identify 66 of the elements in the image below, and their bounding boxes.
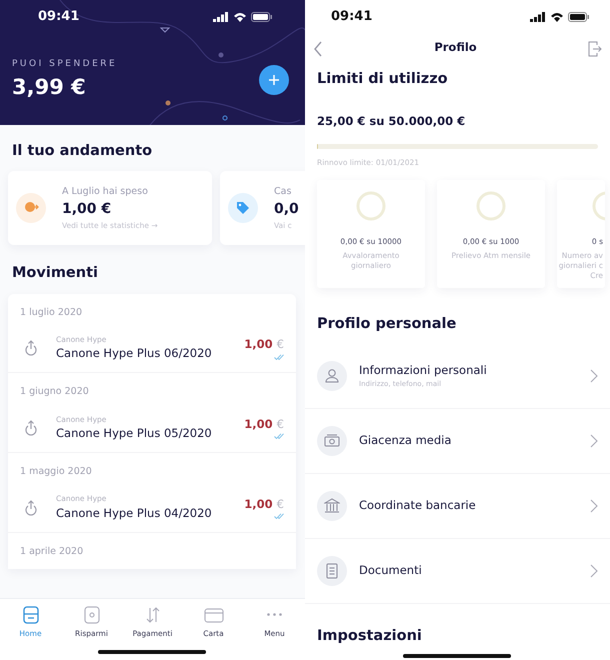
movement-amount: 1,00 <box>244 336 273 354</box>
ring-icon <box>591 190 605 222</box>
upload-icon <box>24 420 38 436</box>
date-header: 1 aprile 2020 <box>19 544 84 559</box>
movement-title: Canone Hype Plus 05/2020 <box>56 424 213 442</box>
profile-row[interactable]: Documenti <box>305 539 610 604</box>
wifi-icon <box>550 12 564 22</box>
movement-amount: 1,00 <box>244 416 273 434</box>
ring-icon <box>475 190 507 222</box>
home-icon <box>20 605 40 625</box>
more-icon <box>267 613 282 616</box>
section-title: Impostazioni <box>317 627 422 646</box>
row-title: Coordinate bancarie <box>359 497 477 514</box>
limit-amount: 25,00 € su 50.000,00 € <box>317 112 466 130</box>
balance-amount: 3,99 € <box>12 74 87 100</box>
currency-symbol: € <box>276 496 284 513</box>
movement-amount: 1,00 <box>244 496 273 513</box>
upload-icon <box>24 500 38 516</box>
person-icon <box>324 368 340 384</box>
upload-icon <box>24 340 38 356</box>
profile-row[interactable]: Coordinate bancarie <box>305 474 610 539</box>
bank-icon <box>324 498 340 514</box>
safe-icon <box>82 605 102 625</box>
status-time: 09:41 <box>331 8 372 26</box>
currency-symbol: € <box>276 416 284 434</box>
row-title: Giacenza media <box>359 432 452 450</box>
card-amount: 1,00 € <box>62 200 112 219</box>
chevron-right-icon <box>590 499 598 513</box>
add-button[interactable] <box>259 65 289 95</box>
movement-title: Canone Hype Plus 06/2020 <box>56 345 213 362</box>
battery-icon <box>251 12 273 22</box>
battery-icon <box>568 12 590 22</box>
section-title: Movimenti <box>11 264 99 283</box>
section-title: Il tuo andamento <box>11 142 154 161</box>
double-check-icon <box>274 433 284 440</box>
row-title: Documenti <box>359 562 423 580</box>
date-header: 1 maggio 2020 <box>19 465 93 479</box>
document-icon <box>324 563 340 579</box>
chevron-right-icon <box>590 369 598 383</box>
date-header: 1 luglio 2020 <box>19 306 84 320</box>
status-time: 09:41 <box>38 8 80 26</box>
screen-title: Profilo <box>434 39 477 56</box>
ring-icon <box>355 190 387 222</box>
plus-icon <box>268 74 280 86</box>
back-icon <box>313 40 323 57</box>
balance-label: PUOI SPENDERE <box>12 58 118 71</box>
profile-row[interactable]: Giacenza media <box>305 409 610 474</box>
currency-symbol: € <box>276 336 284 354</box>
double-check-icon <box>274 513 284 520</box>
card-title: Cas <box>274 184 292 198</box>
section-title: Profilo personale <box>317 315 458 334</box>
signal-icon <box>530 12 546 22</box>
logout-icon <box>588 40 602 57</box>
banknote-icon <box>324 433 340 449</box>
card-amount: 0,0 <box>274 200 299 219</box>
date-header: 1 giugno 2020 <box>19 385 90 400</box>
row-title: Informazioni personali <box>359 362 488 380</box>
card-title: A Luglio hai speso <box>62 184 149 198</box>
price-tag-icon <box>235 200 251 216</box>
chevron-right-icon <box>590 434 598 448</box>
double-check-icon <box>274 354 284 360</box>
wifi-icon <box>233 12 247 22</box>
section-title: Limiti di utilizzo <box>317 70 449 89</box>
movement-title: Canone Hype Plus 04/2020 <box>56 504 213 522</box>
signal-icon <box>213 12 229 22</box>
chevron-right-icon <box>590 564 598 578</box>
